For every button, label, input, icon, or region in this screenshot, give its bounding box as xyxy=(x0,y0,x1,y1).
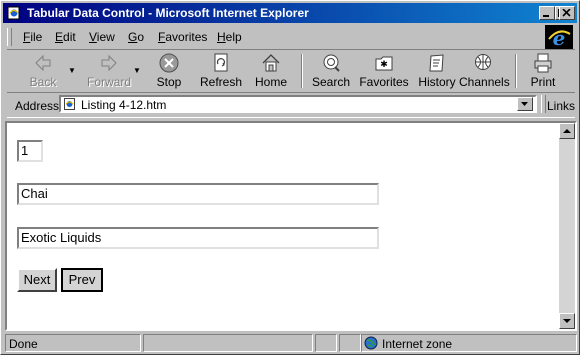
address-value: Listing 4-12.htm xyxy=(81,98,167,112)
history-label: History xyxy=(418,75,456,89)
prev-button[interactable]: Prev xyxy=(61,268,103,292)
print-button[interactable]: Print xyxy=(523,52,563,90)
refresh-icon xyxy=(214,53,228,72)
channels-icon xyxy=(475,54,491,70)
menu-go-accel: G xyxy=(128,30,138,44)
refresh-button[interactable]: Refresh xyxy=(197,52,245,90)
favorites-folder-icon: ✱ xyxy=(375,56,393,71)
address-bar: Address Listing 4-12.htm Links xyxy=(7,92,575,118)
print-icon xyxy=(534,53,552,73)
ie-page-icon xyxy=(7,6,20,20)
scroll-down-icon xyxy=(563,319,571,323)
forward-button[interactable]: Forward xyxy=(81,52,137,90)
status-pane-small-1 xyxy=(315,334,337,352)
menu-grip[interactable] xyxy=(7,28,12,46)
status-progress-pane xyxy=(143,334,313,352)
menu-edit-label: dit xyxy=(63,30,76,44)
menu-file-label: ile xyxy=(30,30,43,44)
title-bar[interactable]: Tabular Data Control - Microsoft Interne… xyxy=(3,3,577,23)
forward-arrow-icon xyxy=(101,54,117,72)
home-button[interactable]: Home xyxy=(251,52,291,90)
back-label: Back xyxy=(29,75,57,89)
status-pane-small-2 xyxy=(339,334,361,352)
history-icon xyxy=(429,54,444,72)
scroll-down-button[interactable] xyxy=(559,313,575,329)
menu-go-label: o xyxy=(137,30,145,44)
toolbar-separator-2 xyxy=(515,54,517,88)
page-icon xyxy=(64,98,75,110)
address-label: Address xyxy=(15,99,60,113)
address-dropdown-button[interactable] xyxy=(517,97,533,111)
window-title: Tabular Data Control - Microsoft Interne… xyxy=(27,6,309,20)
menu-view-label: iew xyxy=(96,30,115,44)
ie-throbber-logo: e xyxy=(545,25,573,50)
ie-logo-icon: e xyxy=(548,26,571,50)
minimize-button[interactable] xyxy=(539,6,555,20)
print-label: Print xyxy=(530,75,556,89)
back-dropdown-icon[interactable]: ▼ xyxy=(68,66,76,75)
search-button[interactable]: Search xyxy=(309,52,353,90)
scroll-up-icon xyxy=(563,129,571,133)
status-text: Done xyxy=(9,337,38,351)
standard-toolbar: Back ▼ Forward ▼ Stop Refresh Home Searc… xyxy=(7,49,575,93)
record-id-field[interactable]: 1 xyxy=(17,140,43,162)
favorites-label: Favorites xyxy=(359,75,409,89)
next-button[interactable]: Next xyxy=(17,268,57,292)
chevron-down-icon xyxy=(521,102,528,106)
status-zone-pane: Internet zone xyxy=(361,334,577,352)
minimize-icon xyxy=(543,15,549,17)
product-name-field[interactable]: Chai xyxy=(17,183,379,205)
svg-text:e: e xyxy=(553,26,566,49)
back-arrow-icon xyxy=(35,54,51,72)
menu-edit-accel: E xyxy=(55,30,64,44)
stop-icon xyxy=(159,53,179,73)
menu-file[interactable]: File xyxy=(23,30,42,44)
forward-label: Forward xyxy=(86,75,131,89)
menu-bar: File Edit View Go Favorites Help xyxy=(7,26,539,48)
refresh-label: Refresh xyxy=(199,75,243,89)
back-button[interactable]: Back xyxy=(19,52,67,90)
menu-view-accel: V xyxy=(89,30,97,44)
links-grip[interactable] xyxy=(541,95,546,113)
search-icon xyxy=(323,54,340,72)
browser-window: Tabular Data Control - Microsoft Interne… xyxy=(0,0,580,355)
favorites-button[interactable]: ✱ Favorites xyxy=(357,52,411,90)
history-button[interactable]: History xyxy=(413,52,461,90)
home-icon xyxy=(262,54,280,72)
menu-go[interactable]: Go xyxy=(128,30,144,44)
channels-button[interactable]: Channels xyxy=(459,52,510,90)
supplier-field[interactable]: Exotic Liquids xyxy=(17,227,379,249)
home-label: Home xyxy=(254,75,287,89)
menu-help-accel: H xyxy=(217,30,226,44)
toolbar-separator xyxy=(301,54,303,88)
menu-favorites[interactable]: Favorites xyxy=(158,30,207,44)
status-zone: Internet zone xyxy=(382,337,453,351)
address-input[interactable]: Listing 4-12.htm xyxy=(59,95,537,113)
channels-label: Channels xyxy=(459,75,510,89)
forward-dropdown-icon[interactable]: ▼ xyxy=(133,66,141,75)
menu-favorites-label: avorites xyxy=(165,30,208,44)
stop-button[interactable]: Stop xyxy=(147,52,191,90)
stop-label: Stop xyxy=(156,75,182,89)
page-content: 1 Chai Exotic Liquids Next Prev xyxy=(5,121,577,331)
vertical-scrollbar[interactable] xyxy=(559,123,575,329)
menu-help[interactable]: Help xyxy=(217,30,242,44)
globe-icon xyxy=(364,336,378,350)
links-button[interactable]: Links xyxy=(547,99,575,113)
search-label: Search xyxy=(311,75,351,89)
scroll-up-button[interactable] xyxy=(559,123,575,139)
menu-help-label: elp xyxy=(225,30,242,44)
svg-text:✱: ✱ xyxy=(380,60,388,70)
status-bar: Done Internet zone xyxy=(5,333,577,353)
status-text-pane: Done xyxy=(5,334,141,352)
menu-edit[interactable]: Edit xyxy=(55,30,76,44)
close-icon xyxy=(562,9,571,17)
close-button[interactable] xyxy=(559,6,575,20)
menu-view[interactable]: View xyxy=(89,30,115,44)
